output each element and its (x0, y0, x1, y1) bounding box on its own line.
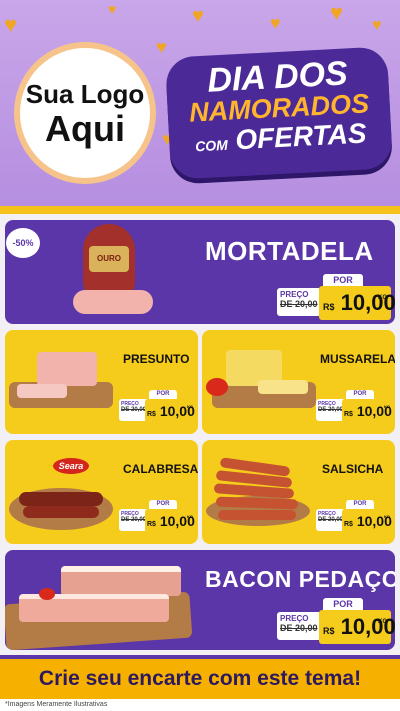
product-name: SALSICHA (322, 462, 384, 476)
unit: KG (378, 619, 387, 625)
presunto-image (9, 344, 119, 428)
bacon-image (5, 558, 195, 650)
unit: KG (378, 295, 387, 301)
currency: R$ (147, 411, 156, 418)
header-banner: ♥ ♥ ♥ ♥ ♥ ♥ ♥ ♥ ♥ ♥ Sua Logo Aqui DIA DO… (0, 0, 400, 212)
brand-logo: Seara (53, 458, 89, 474)
discount-badge: -50% (6, 228, 40, 258)
price-new: R$ 10,00 KG (319, 286, 395, 320)
product-card-calabresa[interactable]: Seara CALABRESA POR PREÇO DE 20,00 R$ 10… (5, 440, 198, 544)
price-old: PREÇO DE 20,00 (277, 612, 321, 640)
calabresa-image: Seara (9, 458, 119, 540)
product-card-mussarela[interactable]: MUSSARELA POR PREÇO DE 20,00 R$ 10,00 KG (202, 330, 395, 434)
price-new: R$ 10,00 KG (145, 509, 195, 533)
price-tag: POR PREÇO DE 20,00 R$ 10,00 KG (119, 390, 197, 430)
price-tag: POR PREÇO DE 20,00 R$ 10,00 KG (277, 598, 395, 646)
price-new: R$ 10,00 KG (342, 399, 392, 423)
price-por: POR (323, 598, 363, 610)
price-old-value: DE 20,00 (121, 517, 147, 523)
price-por: POR (323, 274, 363, 286)
promo-line3-small: COM (194, 136, 229, 155)
price-por: POR (346, 390, 374, 399)
product-name: CALABRESA (123, 462, 198, 476)
price-old-value: DE 20,00 (318, 407, 344, 413)
divider-strip (0, 206, 400, 214)
currency: R$ (344, 411, 353, 418)
price-label: PREÇO (280, 614, 309, 623)
product-card-bacon[interactable]: BACON PEDAÇO POR PREÇO DE 20,00 R$ 10,00… (5, 550, 395, 650)
heart-icon: ♥ (108, 1, 117, 17)
price-old-value: DE 20,00 (121, 407, 147, 413)
product-name: MORTADELA (205, 236, 374, 266)
currency: R$ (323, 626, 335, 636)
promo-title: DIA DOS NAMORADOS COM OFERTAS (172, 54, 387, 158)
price-por: POR (346, 500, 374, 509)
price-new: R$ 10,00 KG (145, 399, 195, 423)
heart-icon: ♥ (156, 37, 167, 57)
logo-text-line2: Aqui (45, 107, 125, 149)
price-tag: POR PREÇO DE 20,00 R$ 10,00 KG (277, 274, 395, 322)
product-name: BACON PEDAÇO (205, 566, 395, 592)
product-name: PRESUNTO (123, 352, 190, 366)
logo-text-line1: Sua Logo (25, 78, 145, 109)
heart-icon: ♥ (330, 0, 344, 25)
currency: R$ (147, 521, 156, 528)
heart-icon: ♥ (4, 12, 18, 37)
unit: KG (384, 404, 390, 409)
cta-banner[interactable]: Crie seu encarte com este tema! (0, 655, 400, 699)
unit: KG (187, 514, 193, 519)
product-card-presunto[interactable]: PRESUNTO POR PREÇO DE 20,00 R$ 10,00 KG (5, 330, 198, 434)
product-name: MUSSARELA (320, 352, 395, 366)
price-tag: POR PREÇO DE 20,00 R$ 10,00 KG (119, 500, 197, 540)
brand-label: OURO (97, 254, 121, 263)
price-label: PREÇO (280, 290, 309, 299)
heart-icon: ♥ (372, 17, 382, 34)
mussarela-image (206, 344, 316, 428)
currency: R$ (344, 521, 353, 528)
product-card-salsicha[interactable]: SALSICHA POR PREÇO DE 20,00 R$ 10,00 KG (202, 440, 395, 544)
logo-placeholder[interactable]: Sua Logo Aqui (14, 42, 156, 184)
price-tag: POR PREÇO DE 20,00 R$ 10,00 KG (316, 500, 394, 540)
price-new: R$ 10,00 KG (319, 610, 395, 644)
currency: R$ (323, 302, 335, 312)
salsicha-image (206, 456, 316, 540)
unit: KG (187, 404, 193, 409)
price-por: POR (149, 390, 177, 399)
price-new: R$ 10,00 KG (342, 509, 392, 533)
price-old: PREÇO DE 20,00 (277, 288, 321, 316)
footer-disclaimer: *Imagens Meramente Ilustrativas (0, 699, 400, 711)
price-old-value: DE 20,00 (280, 299, 318, 309)
price-old-value: DE 20,00 (280, 623, 318, 633)
product-card-mortadela[interactable]: OURO MORTADELA POR PREÇO DE 20,00 R$ 10,… (5, 220, 395, 324)
heart-icon: ♥ (270, 13, 281, 33)
mortadela-image: OURO (73, 224, 157, 320)
price-por: POR (149, 500, 177, 509)
price-old-value: DE 20,00 (318, 517, 344, 523)
unit: KG (384, 514, 390, 519)
price-tag: POR PREÇO DE 20,00 R$ 10,00 KG (316, 390, 394, 430)
heart-icon: ♥ (192, 5, 204, 27)
